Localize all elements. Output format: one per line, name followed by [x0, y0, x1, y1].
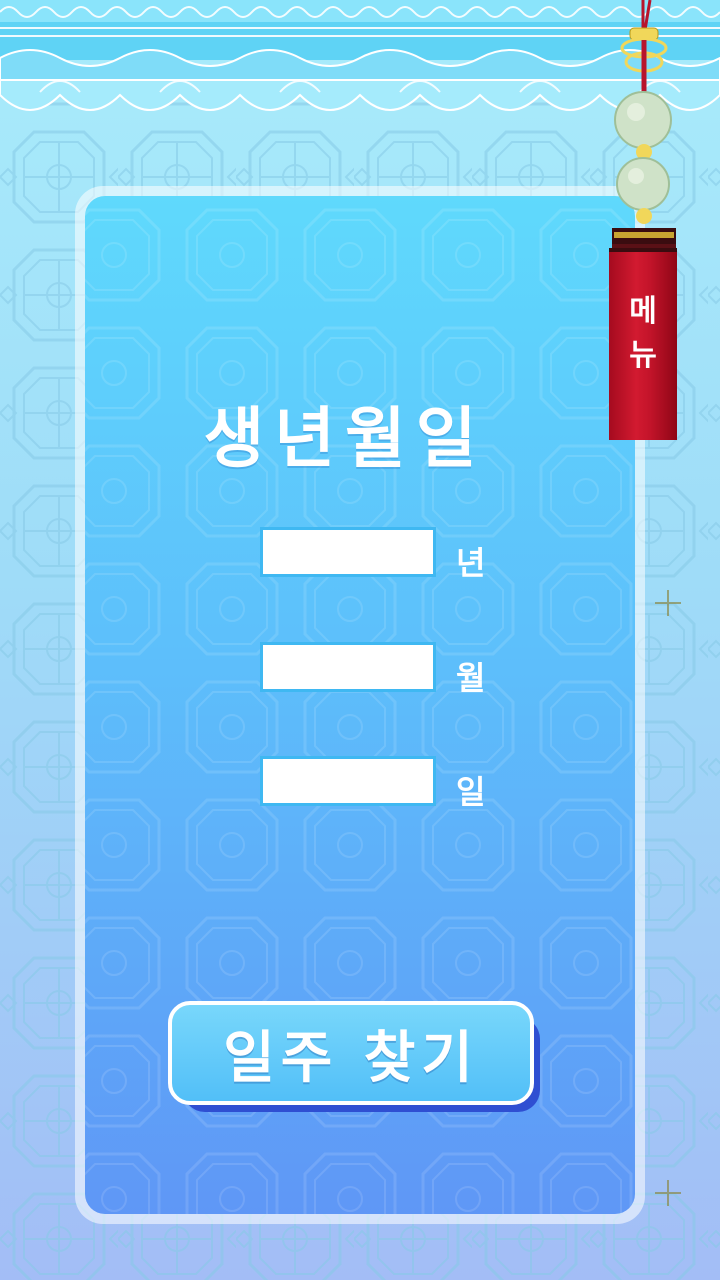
day-unit-label: 일: [456, 773, 486, 811]
month-input[interactable]: [260, 642, 436, 692]
day-input[interactable]: [260, 756, 436, 806]
year-input[interactable]: [260, 527, 436, 577]
find-ilju-button[interactable]: 일주 찾기: [168, 1001, 534, 1105]
menu-label-char-1: 메: [629, 294, 657, 329]
month-unit-label: 월: [456, 659, 486, 697]
page-title: 생년월일: [203, 400, 487, 477]
menu-label-char-2: 뉴: [629, 338, 657, 373]
year-unit-label: 년: [456, 544, 486, 582]
menu-button[interactable]: 메 뉴: [609, 290, 677, 378]
